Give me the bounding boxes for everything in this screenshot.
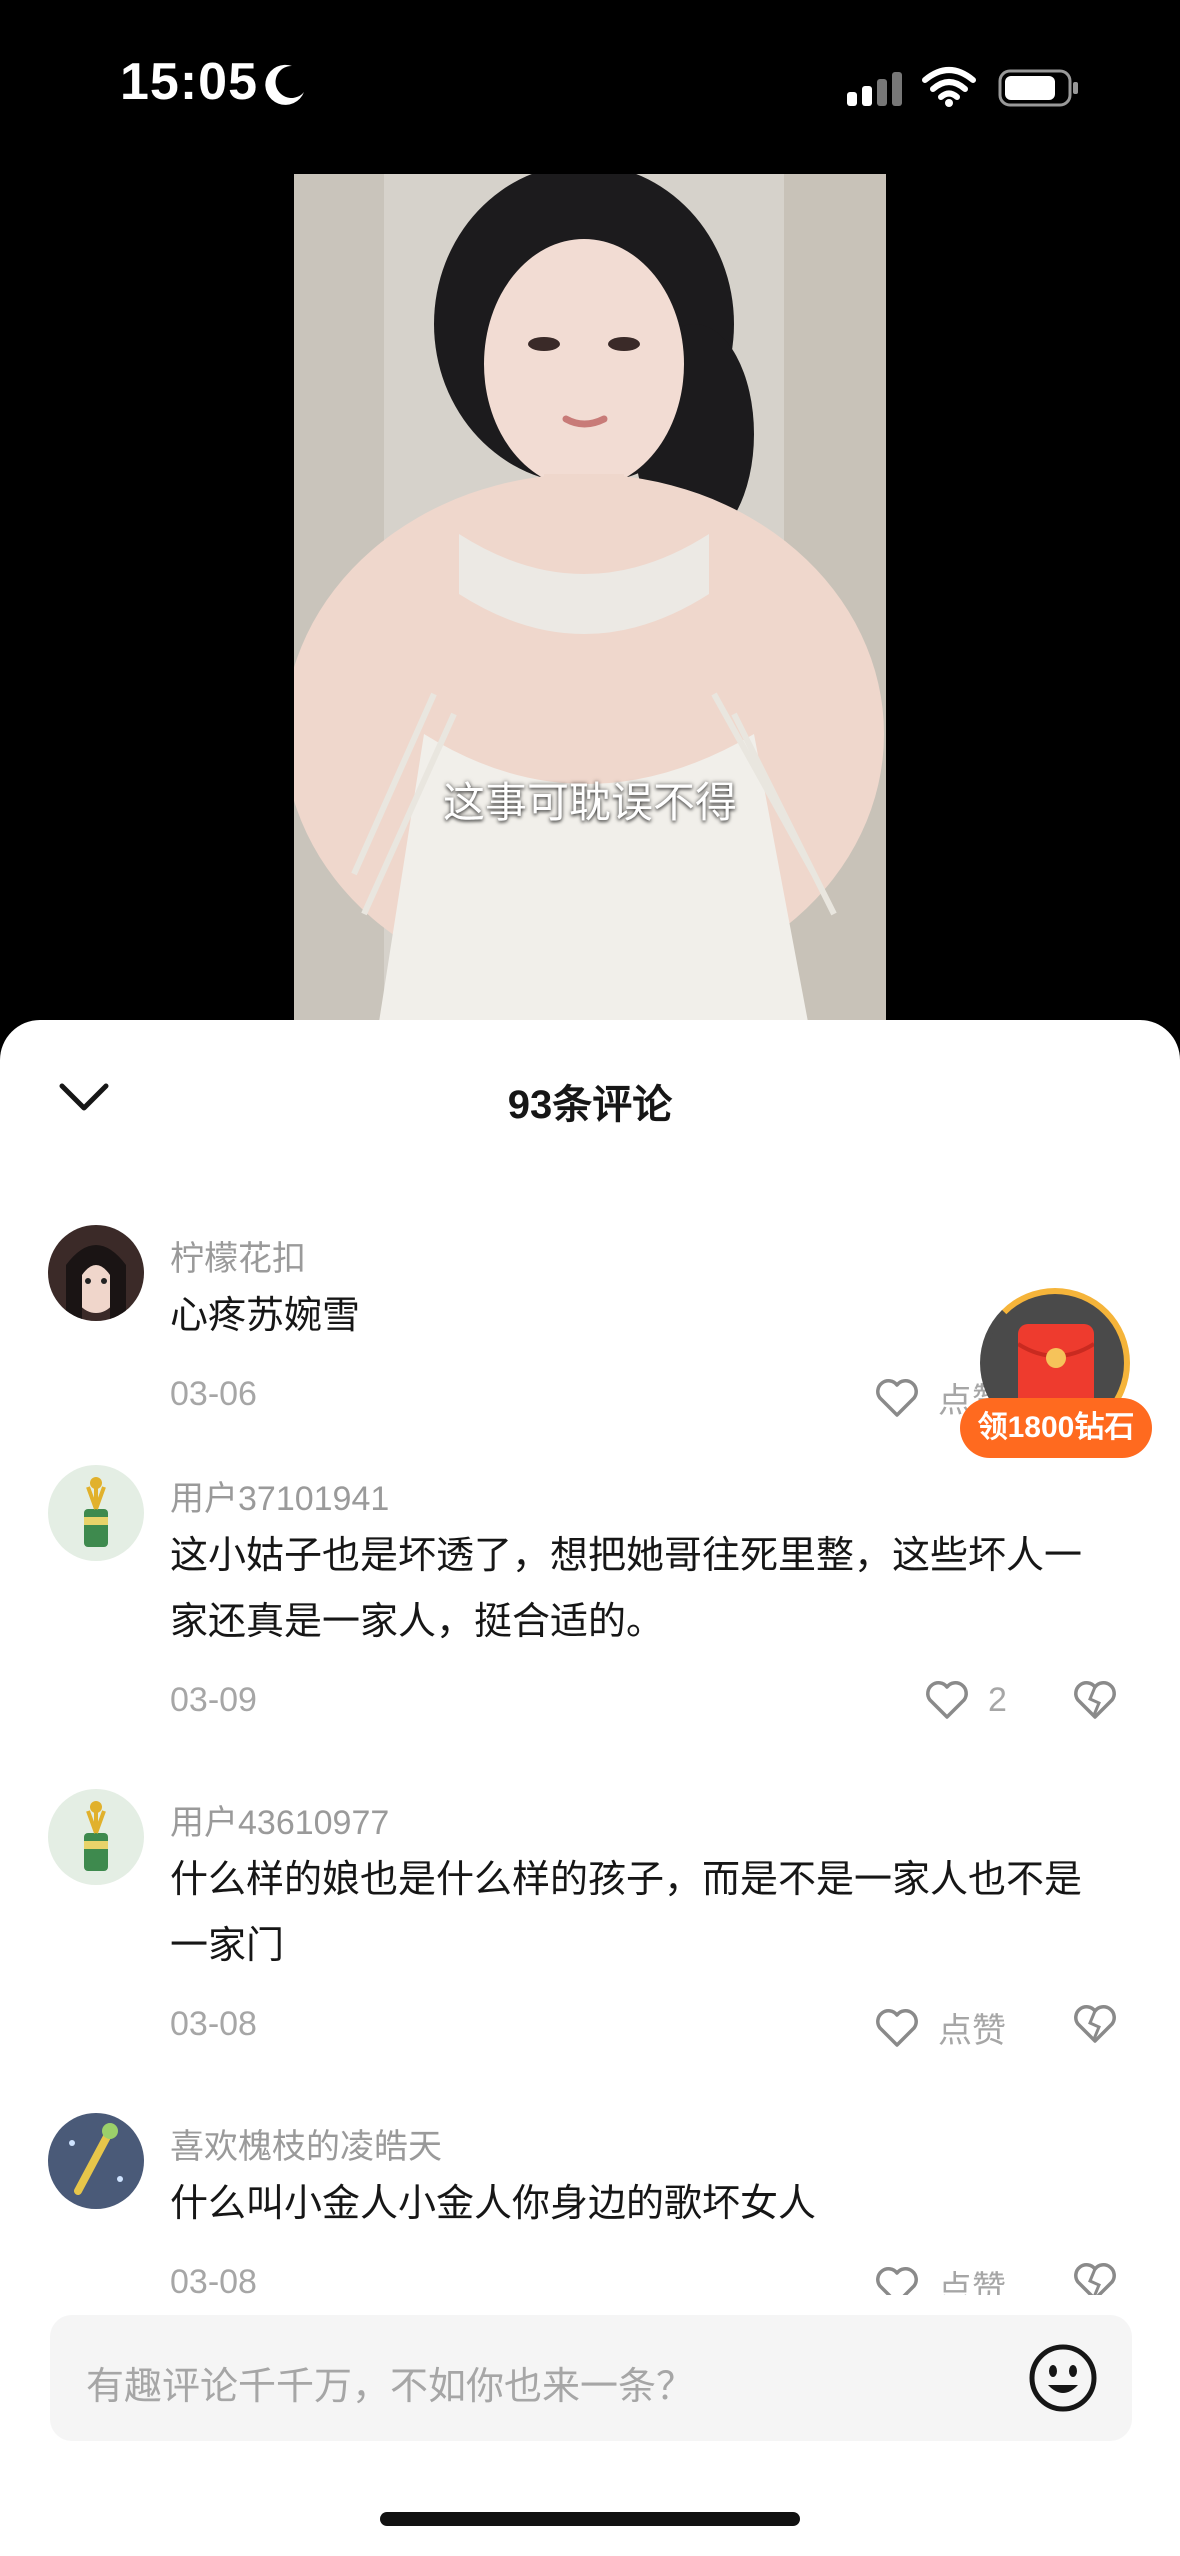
comment-username[interactable]: 用户37101941 bbox=[170, 1471, 389, 1520]
status-time: 15:05 bbox=[120, 53, 258, 111]
comments-title: 93条评论 bbox=[507, 1083, 673, 1127]
wifi-icon bbox=[922, 67, 976, 107]
like-button[interactable]: 点赞 bbox=[874, 2003, 1006, 2052]
like-count: 点赞 bbox=[938, 2270, 1006, 2295]
heart-icon bbox=[926, 1681, 968, 1719]
like-button[interactable]: 2 bbox=[924, 1679, 1007, 1721]
video-subtitle: 这事可耽误不得 bbox=[442, 779, 737, 826]
broken-heart-icon[interactable] bbox=[1072, 2261, 1118, 2295]
comment-text: 什么样的娘也是什么样的孩子，而是不是一家人也不是一家门 bbox=[170, 1859, 1083, 1967]
comment-item: 用户37101941 这小姑子也是坏透了，想把她哥往死里整，这些坏人一家还真是一… bbox=[0, 1435, 1180, 1759]
comment-date: 03-06 bbox=[170, 1375, 257, 1413]
comment-username[interactable]: 用户43610977 bbox=[170, 1795, 389, 1844]
like-button[interactable]: 点赞 bbox=[874, 2261, 1006, 2295]
comment-username[interactable]: 柠檬花扣 bbox=[170, 1231, 306, 1280]
avatar[interactable] bbox=[48, 1465, 144, 1561]
comment-date: 03-08 bbox=[170, 2005, 257, 2043]
comment-input[interactable]: 有趣评论千千万，不如你也来一条？ bbox=[50, 2315, 1132, 2441]
broken-heart-icon[interactable] bbox=[1072, 2003, 1118, 2045]
home-indicator[interactable] bbox=[380, 2512, 800, 2526]
avatar[interactable] bbox=[48, 2113, 144, 2209]
heart-icon bbox=[876, 2008, 918, 2047]
heart-icon bbox=[876, 2266, 918, 2295]
battery-icon bbox=[998, 69, 1078, 107]
video-frame-image bbox=[294, 174, 886, 1054]
red-envelope-icon bbox=[1016, 1324, 1096, 1408]
comment-text: 这小姑子也是坏透了，想把她哥往死里整，这些坏人一家还真是一家人，挺合适的。 bbox=[170, 1535, 1083, 1643]
comment-item: 喜欢槐枝的凌皓天 什么叫小金人小金人你身边的歌坏女人 03-08 点赞 bbox=[0, 2083, 1180, 2295]
emoji-icon[interactable] bbox=[1028, 2343, 1098, 2413]
comment-item: 用户43610977 什么样的娘也是什么样的孩子，而是不是一家人也不是一家门 0… bbox=[0, 1759, 1180, 2083]
avatar[interactable] bbox=[48, 1225, 144, 1321]
video-player[interactable]: 这事可耽误不得 bbox=[294, 174, 886, 1054]
comment-text: 什么叫小金人小金人你身边的歌坏女人 bbox=[170, 2183, 817, 2225]
cellular-signal-icon bbox=[847, 72, 902, 106]
moon-icon bbox=[265, 64, 304, 105]
status-bar: 15:05 bbox=[0, 0, 1180, 170]
comment-username[interactable]: 喜欢槐枝的凌皓天 bbox=[170, 2119, 442, 2168]
comment-input-placeholder: 有趣评论千千万，不如你也来一条？ bbox=[86, 2366, 695, 2408]
comment-date: 03-09 bbox=[170, 1681, 257, 1719]
comment-date: 03-08 bbox=[170, 2263, 257, 2295]
reward-label: 领1800钻石 bbox=[960, 1398, 1152, 1458]
broken-heart-icon[interactable] bbox=[1072, 1679, 1118, 1721]
reward-widget[interactable]: 领1800钻石 bbox=[958, 1288, 1154, 1458]
avatar[interactable] bbox=[48, 1789, 144, 1885]
heart-icon bbox=[876, 1378, 918, 1417]
like-count: 2 bbox=[988, 1680, 1007, 1719]
like-count: 点赞 bbox=[938, 2012, 1006, 2050]
